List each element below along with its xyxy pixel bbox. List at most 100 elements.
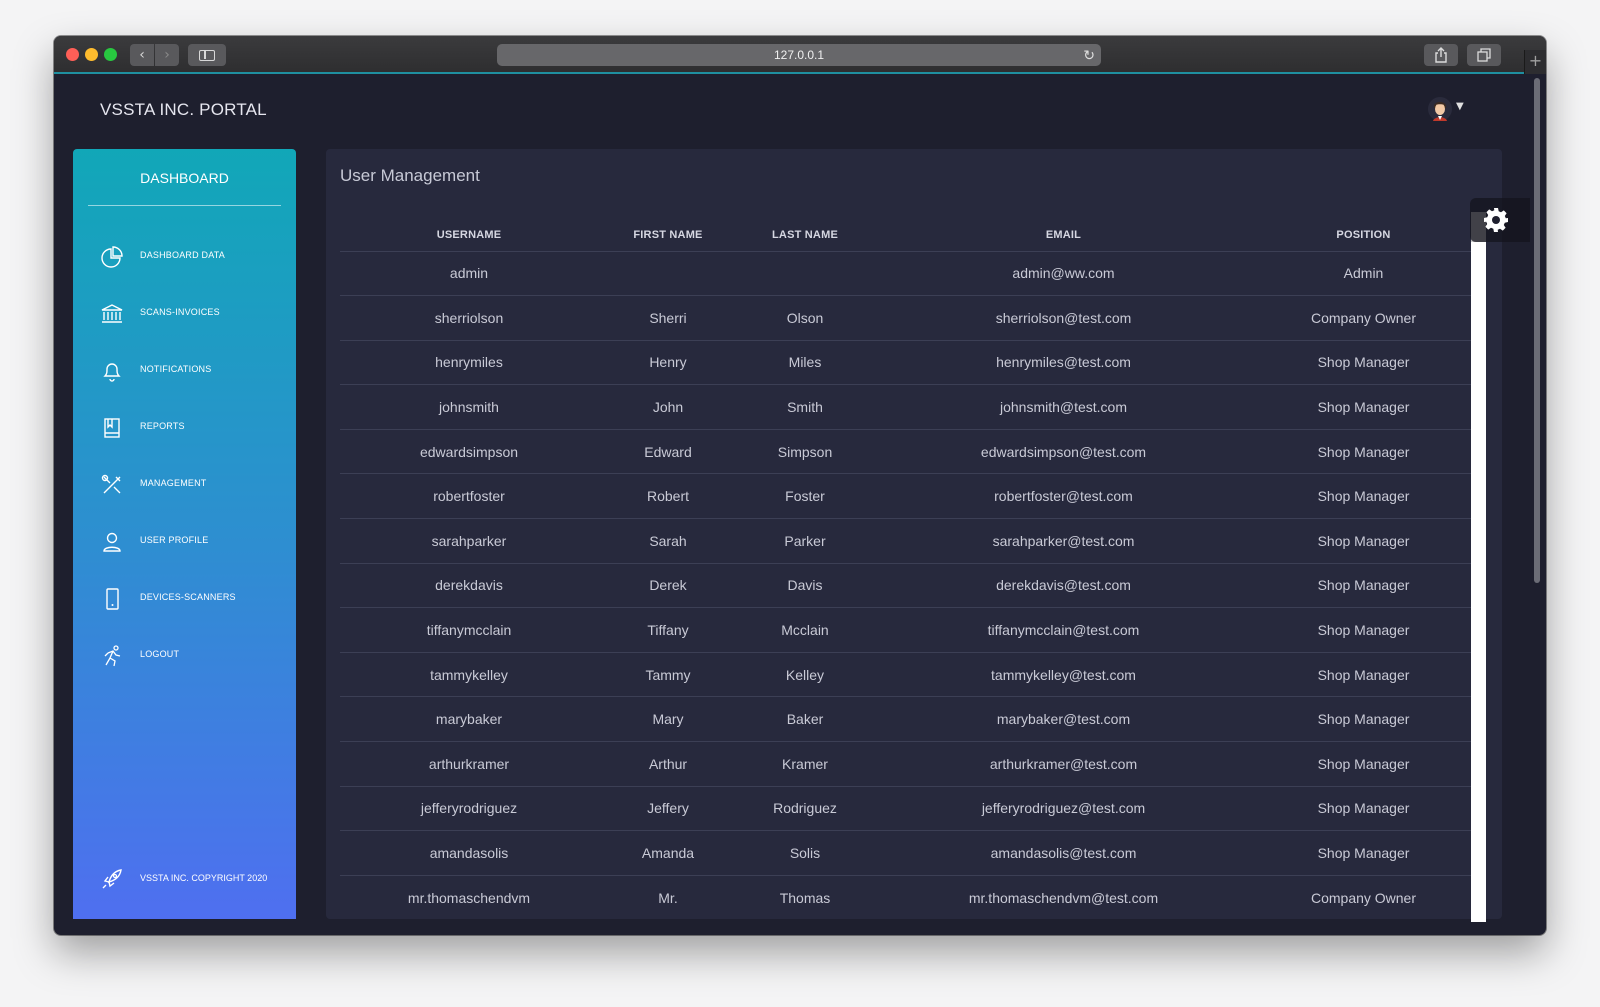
bank-icon [101,304,123,323]
cell-first-name: Edward [598,429,738,475]
cell-first-name: Mary [598,696,738,743]
maximize-window-button[interactable] [104,48,117,61]
cell-username: sherriolson [340,295,598,341]
sidebar-footer: VSSTA INC. COPYRIGHT 2020 [73,859,296,899]
column-header-last-name[interactable]: LAST NAME [738,219,872,252]
cell-email: henrymiles@test.com [872,340,1255,386]
cell-position: Shop Manager [1255,518,1472,564]
table-row[interactable]: sarahparker Sarah Parker sarahparker@test.c… [340,518,1472,564]
table-row[interactable]: edwardsimpson Edward Simpson edwardsimpson@… [340,429,1472,475]
cell-username: edwardsimpson [340,429,598,475]
page-scrollbar-thumb[interactable] [1534,78,1540,583]
table-row[interactable]: henrymiles Henry Miles henrymiles@test.com S… [340,340,1472,386]
cell-username: jefferyrodriguez [340,786,598,832]
sidebar-item-label: USER PROFILE [140,535,209,545]
minimize-window-button[interactable] [85,48,98,61]
sidebar-divider [88,205,281,206]
cell-email: sherriolson@test.com [872,295,1255,341]
sidebar-toggle-button[interactable] [188,44,226,66]
sidebar-item-user-profile[interactable]: USER PROFILE [73,522,296,562]
table-row[interactable]: amandasolis Amanda Solis amandasolis@test.c… [340,830,1472,876]
new-tab-button[interactable]: + [1524,50,1546,74]
cell-last-name: Rodriguez [738,786,872,832]
cell-username: tiffanymcclain [340,607,598,653]
cell-email: johnsmith@test.com [872,384,1255,430]
cell-position: Company Owner [1255,875,1472,919]
close-window-button[interactable] [66,48,79,61]
brand-title: VSSTA INC. PORTAL [100,100,267,119]
cell-username: amandasolis [340,830,598,876]
table-row[interactable]: derekdavis Derek Davis derekdavis@test.com S… [340,563,1472,609]
tools-icon [101,474,121,494]
users-table: USERNAME FIRST NAME LAST NAME EMAIL POSI… [340,219,1472,919]
caret-down-icon[interactable]: ▼ [1456,101,1464,112]
address-bar[interactable]: 127.0.0.1 ↻ [497,44,1101,66]
table-row[interactable]: johnsmith John Smith johnsmith@test.com Shop… [340,384,1472,430]
mobile-icon [106,588,119,610]
sidebar-item-notifications[interactable]: NOTIFICATIONS [73,351,296,391]
table-row[interactable]: tiffanymcclain Tiffany Mcclain tiffanymccla… [340,607,1472,653]
sidebar-item-reports[interactable]: REPORTS [73,408,296,448]
chevron-left-icon: ‹ [139,47,145,63]
table-scrollbar-track[interactable] [1471,242,1486,922]
cell-email: tammykelley@test.com [872,652,1255,698]
bell-icon [103,363,121,382]
sidebar-item-label: MANAGEMENT [140,478,207,488]
cell-first-name: Robert [598,473,738,520]
back-button[interactable]: ‹ [130,44,154,66]
share-button[interactable] [1424,44,1458,66]
cell-email: edwardsimpson@test.com [872,429,1255,475]
cell-email: mr.thomaschendvm@test.com [872,875,1255,919]
cell-username: admin [340,251,598,297]
cell-last-name: Kramer [738,741,872,787]
show-tabs-button[interactable] [1467,44,1501,66]
settings-button[interactable] [1470,198,1530,242]
sidebar-item-scans-invoices[interactable]: SCANS-INVOICES [73,294,296,334]
cell-username: tammykelley [340,652,598,698]
cell-last-name: Olson [738,295,872,341]
sidebar-item-label: DASHBOARD DATA [140,250,225,260]
table-row[interactable]: jefferyrodriguez Jeffery Rodriguez jefferyr… [340,786,1472,832]
table-row[interactable]: arthurkramer Arthur Kramer arthurkramer@tes… [340,741,1472,787]
column-header-email[interactable]: EMAIL [872,219,1255,252]
table-row[interactable]: marybaker Mary Baker marybaker@test.com Shop… [340,696,1472,743]
cell-email: arthurkramer@test.com [872,741,1255,787]
cell-position: Shop Manager [1255,830,1472,876]
plus-icon: + [1528,51,1543,70]
cell-username: arthurkramer [340,741,598,787]
table-row[interactable]: admin admin@ww.com Admin [340,251,1472,297]
url-text: 127.0.0.1 [773,48,825,62]
user-icon [103,532,121,552]
sidebar-item-label: SCANS-INVOICES [140,307,220,317]
table-row[interactable]: tammykelley Tammy Kelley tammykelley@test.c… [340,652,1472,698]
tabs-icon [1477,48,1491,62]
cell-username: robertfoster [340,473,598,520]
sidebar-title[interactable]: DASHBOARD [73,170,296,186]
cell-first-name: Arthur [598,741,738,787]
book-icon [104,418,120,438]
cell-position: Shop Manager [1255,429,1472,475]
sidebar-item-label: DEVICES-SCANNERS [140,592,236,602]
sidebar-item-logout[interactable]: LOGOUT [73,636,296,676]
cell-last-name: Thomas [738,875,872,919]
page-scrollbar[interactable] [1532,76,1542,931]
reload-icon[interactable]: ↻ [1083,44,1095,66]
forward-button[interactable]: › [155,44,179,66]
cell-position: Shop Manager [1255,652,1472,698]
sidebar-item-dashboard-data[interactable]: DASHBOARD DATA [73,237,296,277]
column-header-username[interactable]: USERNAME [340,219,598,252]
sidebar-item-label: LOGOUT [140,649,180,659]
table-row[interactable]: mr.thomaschendvm Mr. Thomas mr.thomaschendv… [340,875,1472,919]
cell-position: Shop Manager [1255,741,1472,787]
table-row[interactable]: robertfoster Robert Foster robertfoster@tes… [340,473,1472,520]
sidebar-item-devices-scanners[interactable]: DEVICES-SCANNERS [73,579,296,619]
cell-email: amandasolis@test.com [872,830,1255,876]
table-row[interactable]: sherriolson Sherri Olson sherriolson@test.c… [340,295,1472,341]
avatar[interactable] [1427,96,1453,122]
cell-last-name: Smith [738,384,872,430]
sidebar-item-management[interactable]: MANAGEMENT [73,465,296,505]
column-header-position[interactable]: POSITION [1255,219,1472,252]
chevron-right-icon: › [164,47,170,63]
column-header-first-name[interactable]: FIRST NAME [598,219,738,252]
cell-email: jefferyrodriguez@test.com [872,786,1255,832]
